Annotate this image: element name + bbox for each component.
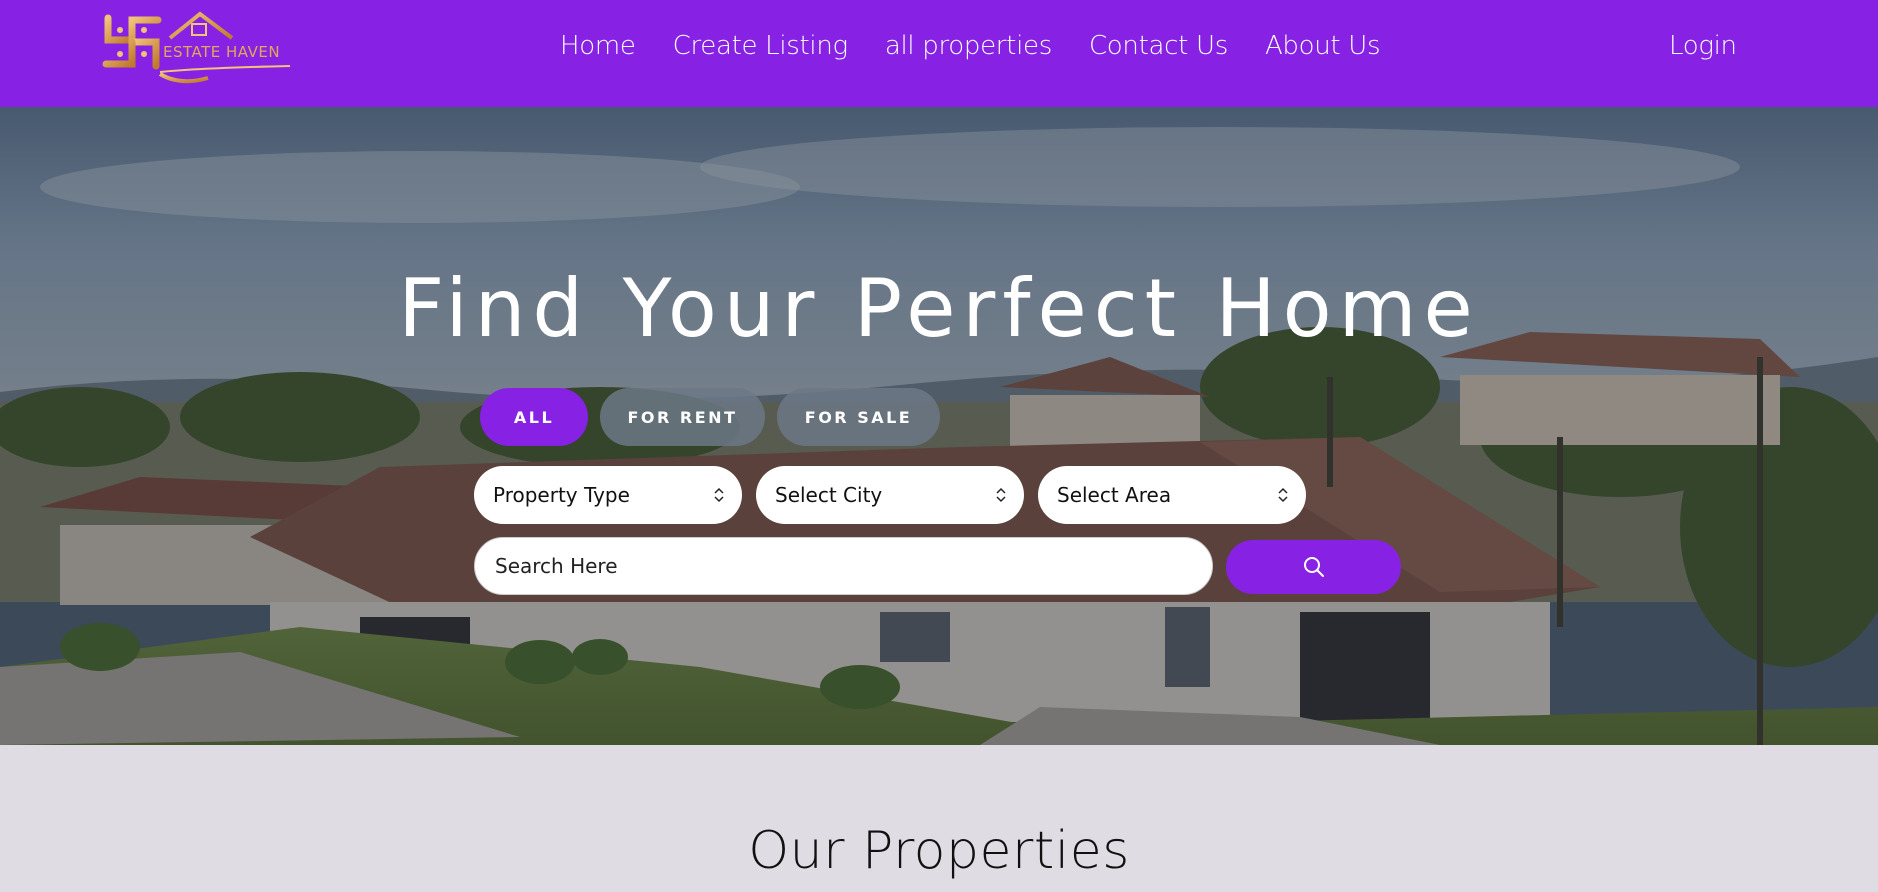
tab-for-sale[interactable]: FOR SALE — [777, 388, 940, 446]
brand-logo[interactable]: ESTATE HAVEN — [100, 10, 300, 90]
tab-for-rent[interactable]: FOR RENT — [600, 388, 765, 446]
nav-contact-us[interactable]: Contact Us — [1089, 31, 1228, 61]
nav-home[interactable]: Home — [560, 31, 636, 61]
search-input[interactable] — [474, 537, 1213, 595]
logo-text: ESTATE HAVEN — [163, 43, 281, 61]
search-icon — [1303, 557, 1324, 577]
area-select[interactable]: Select Area — [1038, 466, 1306, 524]
navbar: ESTATE HAVEN Home Create Listing all pro… — [0, 0, 1878, 107]
tab-all[interactable]: ALL — [480, 388, 588, 446]
property-type-select-label: Property Type — [493, 483, 630, 507]
chevron-up-down-icon — [1278, 487, 1288, 503]
chevron-up-down-icon — [996, 487, 1006, 503]
area-select-label: Select Area — [1057, 483, 1172, 507]
hero-section: Find Your Perfect Home ALL FOR RENT FOR … — [0, 107, 1878, 745]
login-link[interactable]: Login — [1669, 31, 1737, 61]
section-title: Our Properties — [748, 821, 1130, 881]
city-select[interactable]: Select City — [756, 466, 1024, 524]
nav-create-listing[interactable]: Create Listing — [673, 31, 849, 61]
main-nav: Home Create Listing all properties Conta… — [560, 31, 1381, 61]
nav-about-us[interactable]: About Us — [1265, 31, 1381, 61]
chevron-up-down-icon — [714, 487, 724, 503]
city-select-label: Select City — [775, 483, 883, 507]
property-type-select[interactable]: Property Type — [474, 466, 742, 524]
listing-type-tabs: ALL FOR RENT FOR SALE — [480, 388, 940, 446]
hero-title: Find Your Perfect Home — [398, 262, 1480, 355]
search-button[interactable] — [1226, 540, 1401, 594]
nav-all-properties[interactable]: all properties — [885, 31, 1052, 61]
